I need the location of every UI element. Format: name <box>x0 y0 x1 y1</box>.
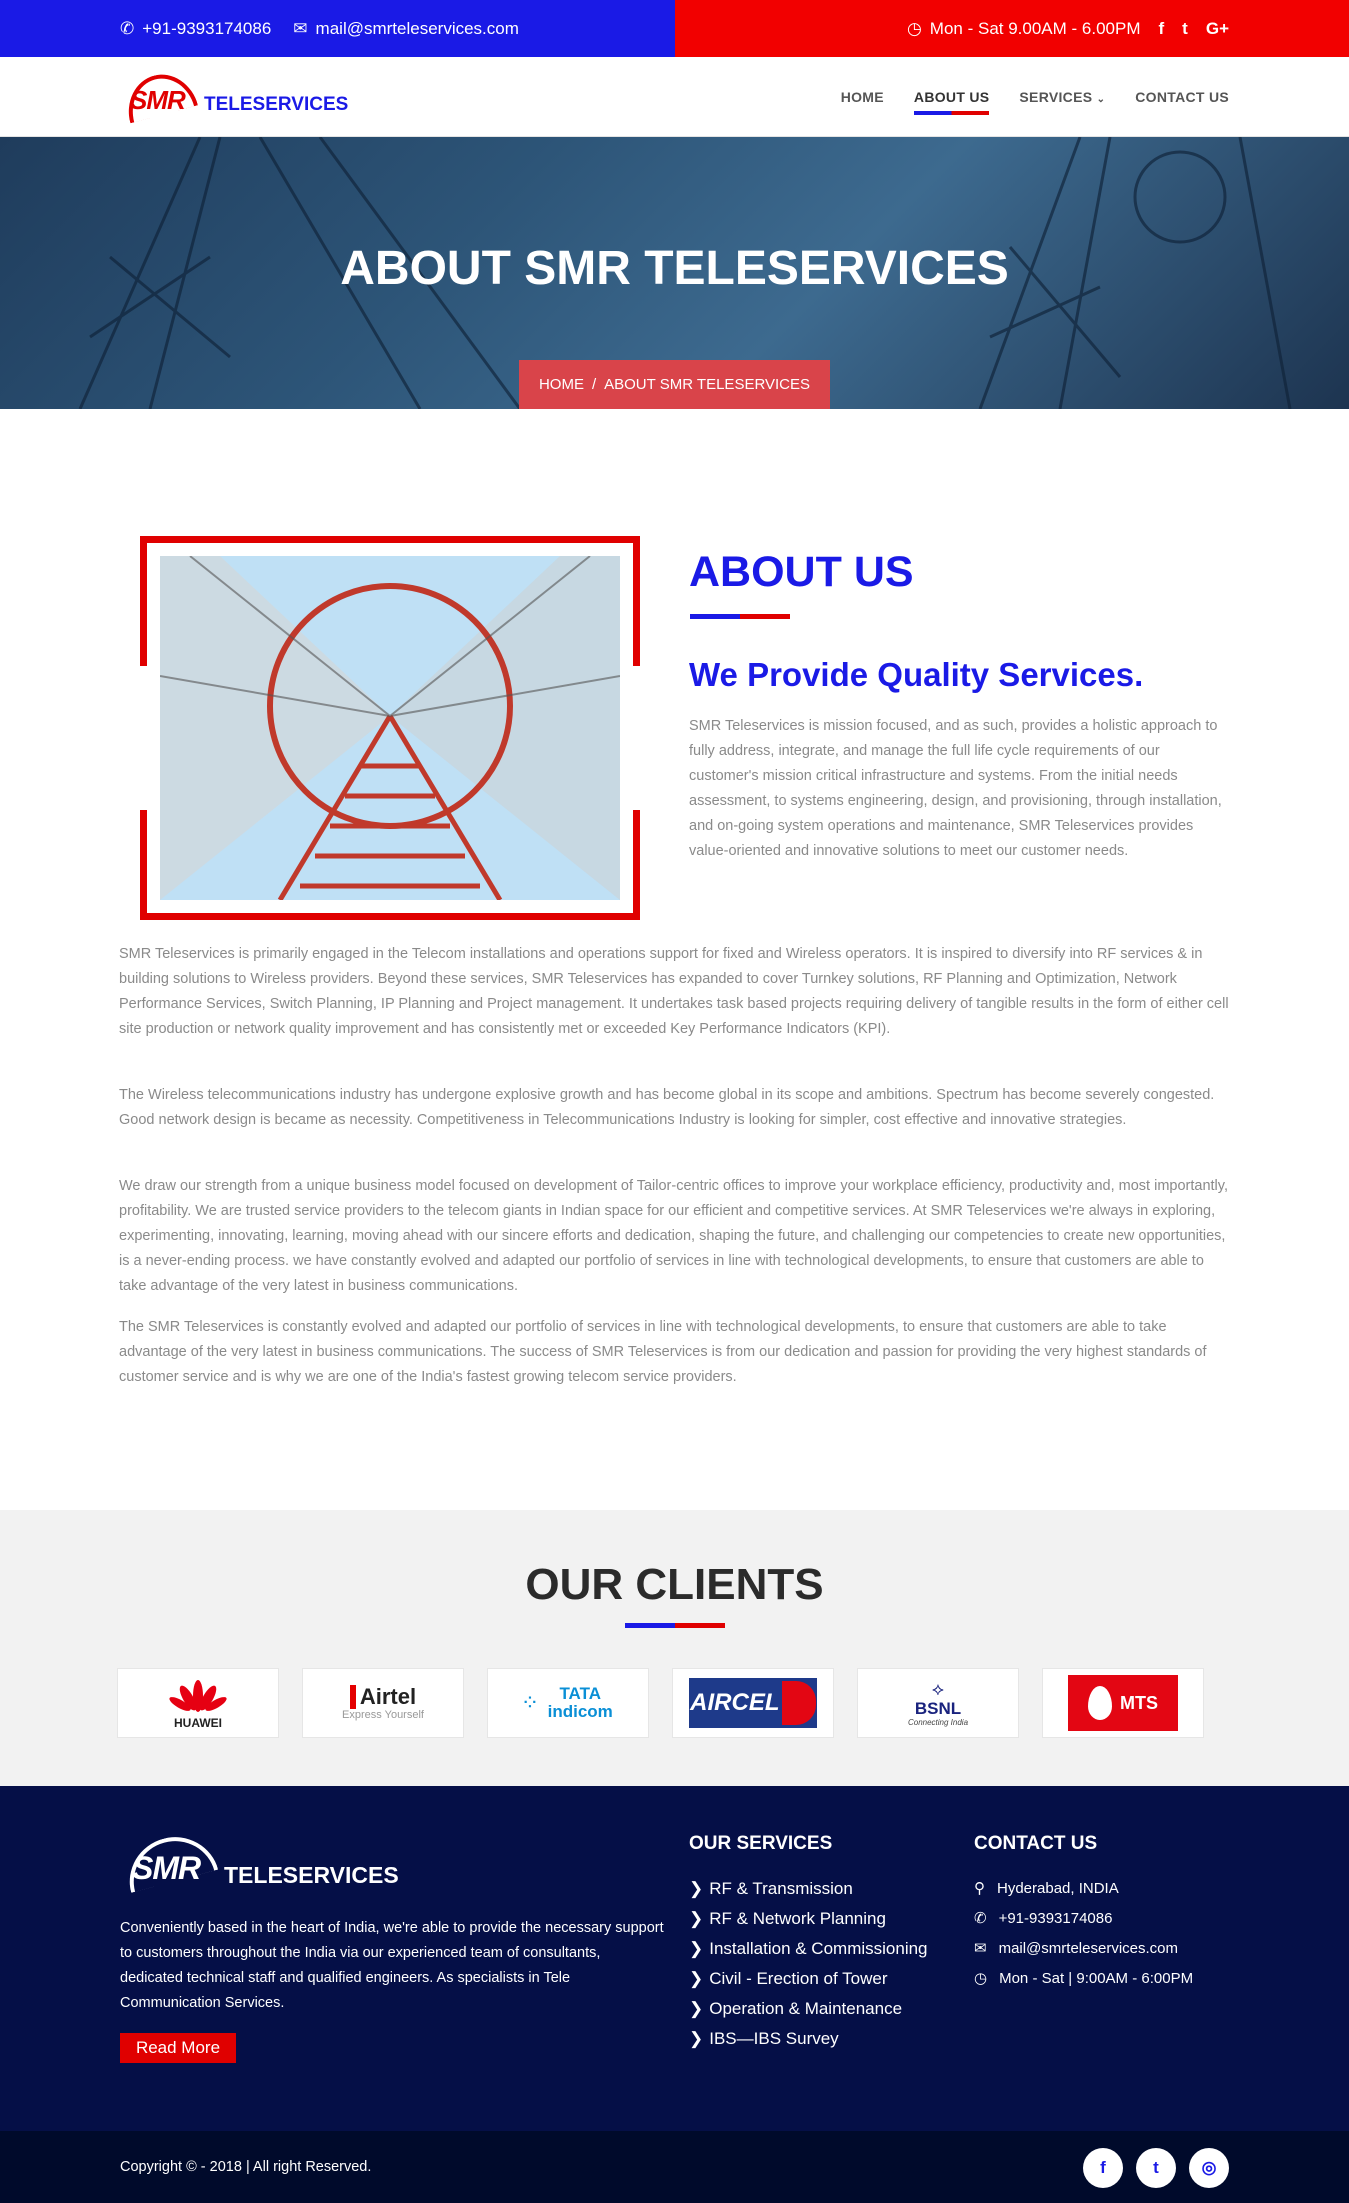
breadcrumb-current: ABOUT SMR TELESERVICES <box>604 376 811 393</box>
about-paragraph-3: We draw our strength from a unique busin… <box>119 1178 1228 1294</box>
footer-service-link[interactable]: ❯ Installation & Commissioning <box>689 1934 928 1964</box>
footer-about-text: Conveniently based in the heart of India… <box>120 1920 664 2011</box>
twitter-icon[interactable]: t <box>1182 19 1188 39</box>
breadcrumb: HOME / ABOUT SMR TELESERVICES <box>519 360 830 409</box>
site-logo[interactable]: SMR TELESERVICES <box>120 66 348 124</box>
google-plus-icon[interactable]: G+ <box>1206 19 1229 39</box>
client-logos: HUAWEI Airtel Express Yourself ⁘ TATA in… <box>117 1668 1204 1738</box>
nav-home[interactable]: HOME <box>841 83 884 111</box>
twitter-icon[interactable]: t <box>1136 2148 1176 2188</box>
aircel-swoosh-icon <box>781 1681 816 1725</box>
footer-contact-email[interactable]: ✉ mail@smrteleservices.com <box>974 1934 1193 1964</box>
footer-service-link[interactable]: ❯ IBS—IBS Survey <box>689 2024 928 2054</box>
about-image-frame <box>140 536 640 920</box>
chevron-right-icon: ❯ <box>689 1909 704 1928</box>
tower-ladder-image <box>160 556 620 900</box>
footer-contact-list: ⚲ Hyderabad, INDIA ✆ +91-9393174086 ✉ mail@… <box>974 1874 1193 1994</box>
footer-service-link[interactable]: ❯ Civil - Erection of Tower <box>689 1964 928 1994</box>
top-bar-contact: ✆ +91-9393174086 ✉ mail@smrteleservices.… <box>0 0 675 57</box>
bsnl-orbit-icon: ⟡ <box>932 1679 944 1699</box>
nav-services[interactable]: SERVICES ⌄ <box>1019 83 1105 111</box>
tata-dots-icon: ⁘ <box>520 1690 540 1715</box>
top-bar-hours-social: ◷ Mon - Sat 9.00AM - 6.00PM f t G+ <box>675 0 1349 57</box>
breadcrumb-separator: / <box>591 376 597 393</box>
phone-icon: ✆ <box>120 18 135 38</box>
dribbble-icon[interactable]: ◎ <box>1189 2148 1229 2188</box>
top-phone[interactable]: ✆ +91-9393174086 <box>120 19 271 39</box>
footer-logo[interactable]: SMR TELESERVICES <box>119 1827 420 1893</box>
facebook-icon[interactable]: f <box>1159 19 1165 39</box>
facebook-icon[interactable]: f <box>1083 2148 1123 2188</box>
copyright-bar: Copyright © - 2018 | All right Reserved.… <box>0 2131 1349 2203</box>
client-logo-huawei[interactable]: HUAWEI <box>117 1668 279 1738</box>
client-logo-mts[interactable]: MTS <box>1042 1668 1204 1738</box>
footer-logo-smr: SMR <box>132 1850 201 1886</box>
footer-contact-phone[interactable]: ✆ +91-9393174086 <box>974 1904 1193 1934</box>
page-banner: ABOUT SMR TELESERVICES HOME / ABOUT SMR … <box>0 137 1349 409</box>
footer-service-link[interactable]: ❯ Operation & Maintenance <box>689 1994 928 2024</box>
footer-contact-location: ⚲ Hyderabad, INDIA <box>974 1874 1193 1904</box>
top-bar: ✆ +91-9393174086 ✉ mail@smrteleservices.… <box>0 0 1349 57</box>
chevron-down-icon: ⌄ <box>1096 94 1106 105</box>
footer-contact-heading: CONTACT US <box>974 1833 1098 1854</box>
phone-icon: ✆ <box>974 1910 987 1927</box>
client-logo-tata-indicom[interactable]: ⁘ TATA indicom <box>487 1668 649 1738</box>
mts-egg-icon <box>1088 1686 1112 1720</box>
about-heading-underline <box>690 614 790 619</box>
clock-icon: ◷ <box>974 1970 988 1987</box>
footer-logo-teleservices: TELESERVICES <box>224 1862 399 1888</box>
chevron-right-icon: ❯ <box>689 1999 704 2018</box>
client-logo-aircel[interactable]: AIRCEL <box>672 1668 834 1738</box>
footer-services-list: ❯ RF & Transmission ❯ RF & Network Plannin… <box>689 1874 928 2054</box>
envelope-icon: ✉ <box>293 18 308 38</box>
logo-teleservices: TELESERVICES <box>204 94 349 115</box>
footer-service-link[interactable]: ❯ RF & Transmission <box>689 1874 928 1904</box>
envelope-icon: ✉ <box>974 1940 987 1957</box>
map-marker-icon: ⚲ <box>974 1880 985 1897</box>
clients-heading-underline <box>625 1623 725 1628</box>
footer-service-link[interactable]: ❯ RF & Network Planning <box>689 1904 928 1934</box>
nav-about-us[interactable]: ABOUT US <box>913 83 990 115</box>
about-subheading: We Provide Quality Services. <box>689 656 1144 693</box>
about-paragraph-2: The Wireless telecommunications industry… <box>119 1087 1215 1128</box>
main-nav: HOME ABOUT US SERVICES ⌄ CONTACT US <box>841 57 1229 137</box>
chevron-right-icon: ❯ <box>689 1879 704 1898</box>
about-intro-paragraph: SMR Teleservices is mission focused, and… <box>689 718 1222 859</box>
chevron-right-icon: ❯ <box>689 1969 704 1988</box>
copyright-text: Copyright © - 2018 | All right Reserved. <box>120 2159 372 2175</box>
top-hours: ◷ Mon - Sat 9.00AM - 6.00PM <box>906 18 1141 38</box>
page-title: ABOUT SMR TELESERVICES <box>340 242 1009 295</box>
top-email[interactable]: ✉ mail@smrteleservices.com <box>293 19 519 39</box>
nav-services-label: SERVICES <box>1019 89 1093 105</box>
site-header: SMR TELESERVICES HOME ABOUT US SERVICES … <box>0 57 1349 137</box>
about-paragraph-1: SMR Teleservices is primarily engaged in… <box>119 946 1229 1037</box>
nav-contact-us[interactable]: CONTACT US <box>1135 83 1229 111</box>
read-more-button[interactable]: Read More <box>120 2033 236 2063</box>
footer-social-icons: f t ◎ <box>1083 2148 1229 2188</box>
client-logo-airtel[interactable]: Airtel Express Yourself <box>302 1668 464 1738</box>
chevron-right-icon: ❯ <box>689 1939 704 1958</box>
footer-services-heading: OUR SERVICES <box>689 1833 833 1854</box>
clients-heading: OUR CLIENTS <box>525 1560 824 1609</box>
clients-section: OUR CLIENTS HUAWEI Airtel Express Yourse… <box>0 1510 1349 1786</box>
client-logo-bsnl[interactable]: ⟡ BSNL Connecting India <box>857 1668 1019 1738</box>
logo-smr: SMR <box>130 85 186 115</box>
footer-contact-hours: ◷ Mon - Sat | 9:00AM - 6:00PM <box>974 1964 1193 1994</box>
chevron-right-icon: ❯ <box>689 2029 704 2048</box>
breadcrumb-home[interactable]: HOME <box>539 376 584 393</box>
huawei-petals-icon <box>169 1680 227 1712</box>
about-heading: ABOUT US <box>689 548 914 596</box>
about-paragraph-4: The SMR Teleservices is constantly evolv… <box>119 1319 1207 1385</box>
site-footer: SMR TELESERVICES Conveniently based in t… <box>0 1786 1349 2131</box>
clock-icon: ◷ <box>906 18 922 38</box>
